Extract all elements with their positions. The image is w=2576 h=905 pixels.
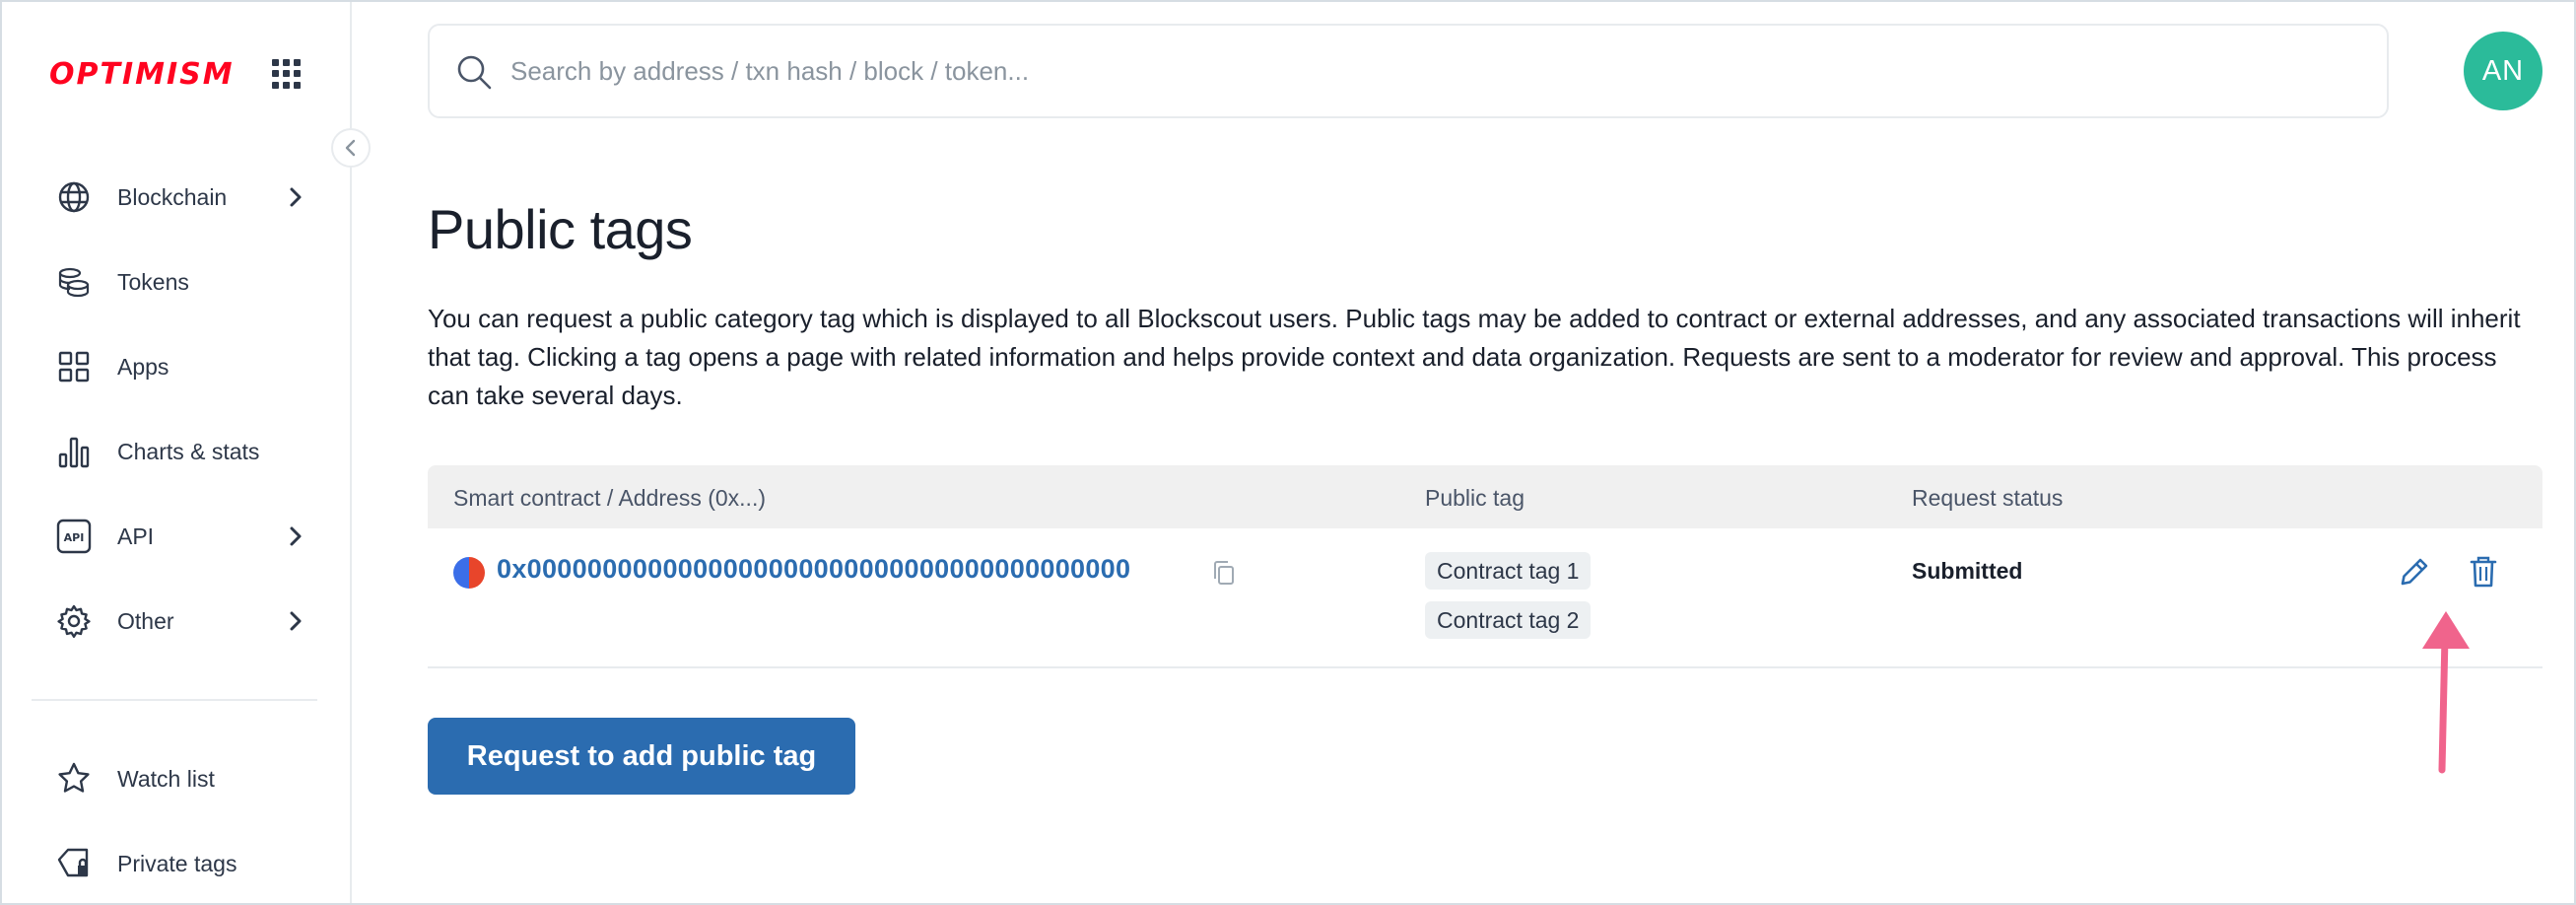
sidebar-item-api[interactable]: API API [53, 515, 309, 558]
table-header: Smart contract / Address (0x...) Public … [428, 465, 2542, 528]
api-icon: API [53, 516, 95, 557]
sidebar-item-label: Private tags [117, 850, 237, 876]
public-tag-badge: Contract tag 2 [1425, 601, 1592, 639]
annotation-arrow-icon [2422, 611, 2470, 774]
chevron-right-icon [282, 607, 309, 635]
sidebar-item-label: Apps [117, 353, 169, 380]
sidebar-collapse-button[interactable] [331, 128, 371, 168]
sidebar-item-label: Tokens [117, 268, 189, 295]
column-header-request-status: Request status [1912, 485, 2064, 511]
page-description: You can request a public category tag wh… [428, 304, 2521, 410]
sidebar-item-label: Blockchain [117, 183, 228, 210]
search-icon [457, 55, 492, 90]
column-header-address: Smart contract / Address (0x...) [453, 485, 766, 511]
sidebar-divider [32, 699, 317, 701]
table-row: 0x00000000000000000000000000000000000000… [428, 528, 2542, 668]
bar-chart-icon [53, 431, 95, 472]
chevron-right-icon [282, 522, 309, 550]
star-icon [53, 758, 95, 800]
sidebar-item-watch-list[interactable]: Watch list [53, 757, 309, 801]
search-bar[interactable] [428, 24, 2389, 118]
address-link[interactable]: 0x00000000000000000000000000000000000000… [497, 554, 1130, 585]
address-identicon [453, 557, 485, 589]
private-tag-icon [53, 843, 95, 884]
sidebar-item-private-tags[interactable]: Private tags [53, 842, 309, 885]
window-frame [0, 0, 2576, 905]
sidebar-item-label: Other [117, 607, 174, 634]
copy-icon[interactable] [1210, 558, 1238, 588]
page-title: Public tags [428, 198, 693, 260]
globe-icon [53, 176, 95, 218]
request-public-tag-button[interactable]: Request to add public tag [428, 718, 855, 795]
gear-icon [53, 600, 95, 642]
sidebar-item-charts-stats[interactable]: Charts & stats [53, 430, 309, 473]
avatar[interactable]: AN [2464, 32, 2542, 110]
coins-icon [53, 261, 95, 303]
public-tag-badge: Contract tag 1 [1425, 552, 1592, 590]
svg-text:API: API [64, 531, 85, 544]
sidebar: OPTIMISM Blockchain Tokens Apps Charts &… [2, 2, 352, 903]
apps-grid-icon [53, 346, 95, 387]
chevron-right-icon [282, 183, 309, 211]
sidebar-item-blockchain[interactable]: Blockchain [53, 175, 309, 219]
app-switcher-icon[interactable] [272, 59, 302, 89]
sidebar-item-apps[interactable]: Apps [53, 345, 309, 388]
chevron-left-icon [345, 139, 356, 157]
sidebar-item-label: Charts & stats [117, 438, 260, 464]
pencil-icon[interactable] [2395, 552, 2434, 592]
request-status: Submitted [1912, 558, 2023, 584]
optimism-logo[interactable]: OPTIMISM [49, 57, 235, 92]
trash-icon[interactable] [2464, 552, 2503, 592]
sidebar-item-label: API [117, 522, 155, 549]
sidebar-item-tokens[interactable]: Tokens [53, 260, 309, 304]
column-header-public-tag: Public tag [1425, 485, 1525, 511]
sidebar-item-label: Watch list [117, 765, 215, 792]
search-input[interactable] [510, 45, 2343, 97]
sidebar-item-other[interactable]: Other [53, 599, 309, 643]
